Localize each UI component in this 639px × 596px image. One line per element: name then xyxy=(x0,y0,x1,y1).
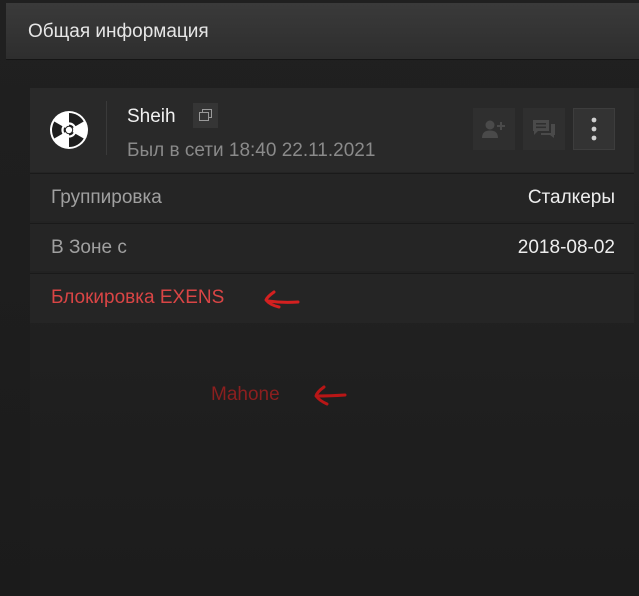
zone-since-label: В Зоне с xyxy=(51,237,127,258)
annotation-arrow-icon xyxy=(314,385,347,406)
add-friend-icon xyxy=(482,120,505,138)
block-row: Блокировка EXENS xyxy=(30,273,634,323)
more-vertical-icon xyxy=(591,117,597,141)
more-options-button[interactable] xyxy=(573,108,615,150)
zone-since-value: 2018-08-02 xyxy=(517,237,615,258)
add-friend-button[interactable] xyxy=(473,108,515,150)
block-status-label: Блокировка EXENS xyxy=(51,287,225,308)
message-icon xyxy=(533,120,555,138)
avatar-divider xyxy=(106,101,107,155)
section-title: Общая информация xyxy=(28,21,209,42)
section-header: Общая информация xyxy=(6,3,639,60)
copy-name-button[interactable] xyxy=(193,103,218,128)
radiation-icon xyxy=(50,111,88,149)
faction-value: Сталкеры xyxy=(527,187,615,208)
copy-icon xyxy=(199,109,212,121)
faction-row: Группировка Сталкеры xyxy=(30,173,634,221)
last-seen-status: Был в сети 18:40 22.11.2021 xyxy=(127,140,376,161)
username: Sheih xyxy=(127,106,176,127)
faction-label: Группировка xyxy=(51,187,162,208)
zone-since-row: В Зоне с 2018-08-02 xyxy=(30,223,634,271)
annotation-mahone: Mahone xyxy=(211,384,280,405)
message-button[interactable] xyxy=(523,108,565,150)
annotation-arrow-icon xyxy=(264,290,300,309)
